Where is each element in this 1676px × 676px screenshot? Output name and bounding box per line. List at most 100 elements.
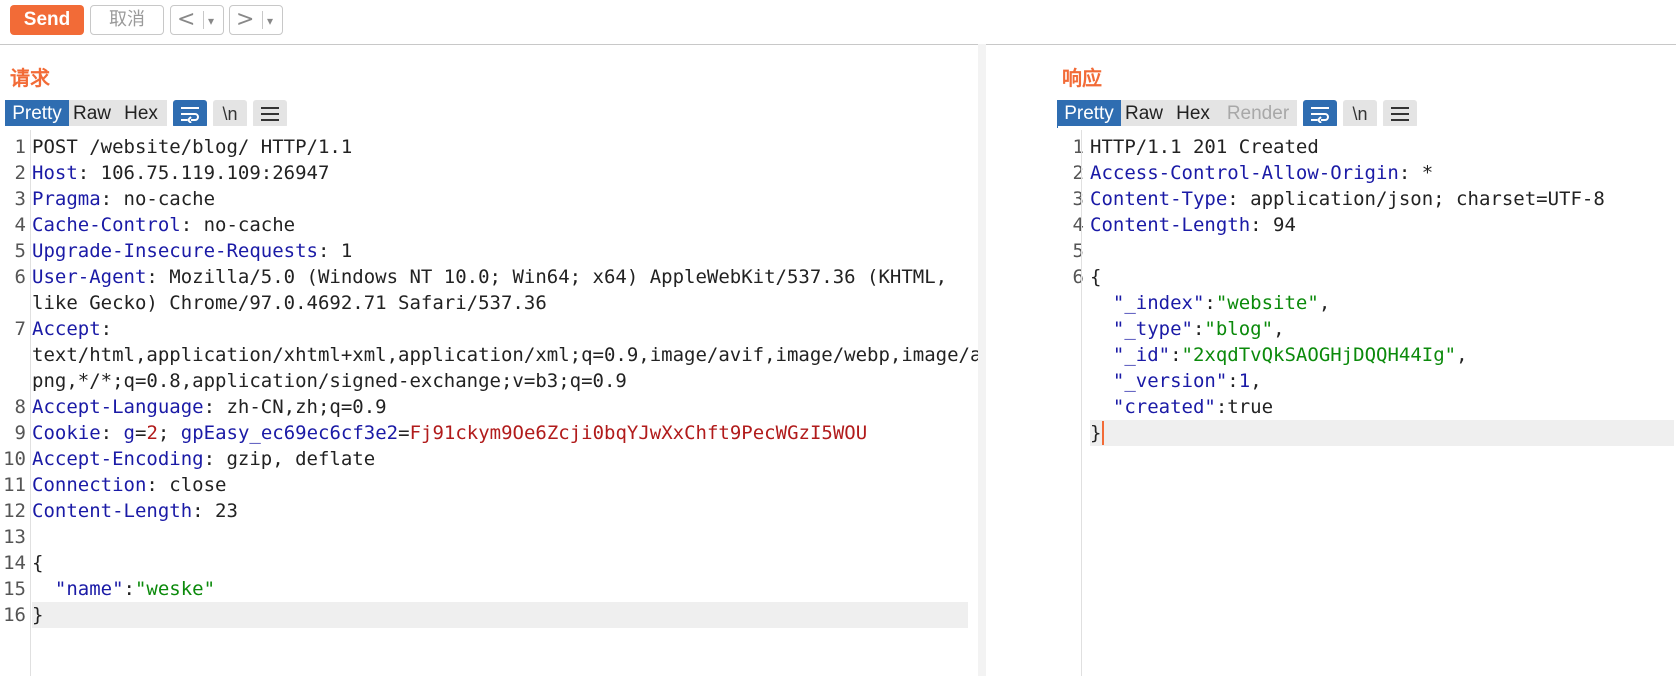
token-text: , xyxy=(1456,344,1468,366)
token-text: like Gecko) Chrome/97.0.4692.71 Safari/5… xyxy=(32,292,547,314)
line-number: 14 xyxy=(3,552,26,574)
response-title: 响应 xyxy=(1062,66,1102,90)
token-key: "created" xyxy=(1112,396,1216,418)
response-tab-hex[interactable]: Hex xyxy=(1167,100,1219,128)
line-number: 3 xyxy=(14,188,26,210)
line-content: HTTP/1.1 201 Created xyxy=(1090,134,1319,160)
response-wrap-toggle[interactable] xyxy=(1303,100,1337,128)
token-key: Content-Length xyxy=(32,500,193,522)
response-editor[interactable]: 1 HTTP/1.1 201 Created 2 Access-Control-All… xyxy=(1058,126,1676,676)
chevron-left-icon: < xyxy=(177,7,196,32)
line-content: Upgrade-Insecure-Requests: 1 xyxy=(32,238,352,264)
line-content: Access-Control-Allow-Origin: * xyxy=(1090,160,1433,186)
cookie-name: gpEasy_ec69ec6cf3e2 xyxy=(180,422,399,444)
token-key: Upgrade-Insecure-Requests xyxy=(32,240,318,262)
send-button[interactable]: Send xyxy=(10,5,84,35)
token-text: { xyxy=(32,552,44,574)
current-line-highlight xyxy=(32,602,968,628)
line-content: like Gecko) Chrome/97.0.4692.71 Safari/5… xyxy=(32,290,547,316)
line-number: 5 xyxy=(14,240,26,262)
line-content: Pragma: no-cache xyxy=(32,186,215,212)
dropdown-arrow-icon[interactable]: ▾ xyxy=(208,8,214,34)
token-text: : 23 xyxy=(192,500,238,522)
line-content: { xyxy=(1090,264,1101,290)
separator xyxy=(203,11,204,29)
line-content: "name":"weske" xyxy=(32,576,215,602)
request-title: 请求 xyxy=(10,66,50,90)
line-number: 2 xyxy=(14,162,26,184)
request-newline-toggle[interactable]: \n xyxy=(213,100,247,128)
response-newline-toggle[interactable]: \n xyxy=(1343,100,1377,128)
request-tab-hex[interactable]: Hex xyxy=(115,100,167,128)
token-text: , xyxy=(1273,318,1285,340)
token-text: , xyxy=(1250,370,1262,392)
line-number: 4 xyxy=(14,214,26,236)
line-number: 12 xyxy=(3,500,26,522)
cookie-value: Fj91ckym9Oe6Zcji0bqYJwXxChft9PecWGzI5WOU xyxy=(409,422,868,444)
line-content: User-Agent: Mozilla/5.0 (Windows NT 10.0… xyxy=(32,264,947,290)
line-content: Content-Length: 23 xyxy=(32,498,238,524)
line-content: "created":true xyxy=(1090,394,1273,420)
pane-divider[interactable] xyxy=(978,44,986,676)
token-key: Access-Control-Allow-Origin xyxy=(1090,162,1399,184)
token-text: : 106.75.119.109:26947 xyxy=(77,162,330,184)
token-key: Content-Length xyxy=(1090,214,1251,236)
token-text: HTTP/1.1 201 Created xyxy=(1090,136,1319,158)
line-content: Accept: xyxy=(32,316,112,342)
token-text: : xyxy=(1170,344,1182,366)
cookie-name: g xyxy=(123,422,135,444)
token-text: , xyxy=(1318,292,1331,314)
token-text: : xyxy=(123,578,135,600)
line-content: "_version":1, xyxy=(1090,368,1262,394)
token-key: Content-Type xyxy=(1090,188,1228,210)
response-menu-button[interactable] xyxy=(1383,100,1417,128)
token-text: : no-cache xyxy=(180,214,296,236)
line-number: 13 xyxy=(3,526,26,548)
chevron-right-icon: > xyxy=(236,7,255,32)
line-content: { xyxy=(32,550,43,576)
token-key: Host xyxy=(32,162,78,184)
line-content: Content-Length: 94 xyxy=(1090,212,1296,238)
line-content: png,*/*;q=0.8,application/signed-exchang… xyxy=(32,368,627,394)
line-number: 1 xyxy=(14,136,26,158)
toolbar: Send 取消 < ▾ > ▾ xyxy=(0,0,1676,45)
token-key: "_version" xyxy=(1112,370,1228,392)
request-tab-raw[interactable]: Raw xyxy=(69,100,115,128)
token-key: Cookie xyxy=(32,422,101,444)
token-key: Accept xyxy=(32,318,101,340)
line-content: "_index":"website", xyxy=(1090,290,1330,316)
token-string: "website" xyxy=(1215,292,1319,314)
dropdown-arrow-icon[interactable]: ▾ xyxy=(267,8,273,34)
line-content: "_id":"2xqdTvQkSAOGHjDQQH44Ig", xyxy=(1090,342,1468,368)
back-button[interactable]: < ▾ xyxy=(170,5,224,35)
token-string: "weske" xyxy=(134,578,216,600)
token-text: ; xyxy=(157,422,181,444)
current-line-highlight xyxy=(1090,420,1674,446)
token-key: Pragma xyxy=(32,188,101,210)
token-key: "_index" xyxy=(1112,292,1205,314)
forward-button[interactable]: > ▾ xyxy=(229,5,283,35)
request-tab-pretty[interactable]: Pretty xyxy=(5,100,69,128)
request-wrap-toggle[interactable] xyxy=(173,100,207,128)
line-content: Content-Type: application/json; charset=… xyxy=(1090,186,1605,212)
separator xyxy=(262,11,263,29)
line-content: "_type":"blog", xyxy=(1090,316,1285,342)
token-text: : no-cache xyxy=(100,188,216,210)
gutter-line xyxy=(1081,130,1082,676)
response-tab-pretty[interactable]: Pretty xyxy=(1057,100,1121,128)
request-editor[interactable]: 1 POST /website/blog/ HTTP/1.1 2 Host: 106.… xyxy=(0,126,981,676)
response-tab-raw[interactable]: Raw xyxy=(1121,100,1167,128)
token-key: "name" xyxy=(54,578,124,600)
request-menu-button[interactable] xyxy=(253,100,287,128)
wrap-lines-icon xyxy=(1311,107,1329,124)
token-text: : application/json; charset=UTF-8 xyxy=(1227,188,1605,210)
token-text: : close xyxy=(146,474,227,496)
cancel-button[interactable]: 取消 xyxy=(90,5,164,35)
token-key: Accept-Language xyxy=(32,396,204,418)
line-number: 10 xyxy=(3,448,26,470)
line-content: Connection: close xyxy=(32,472,226,498)
